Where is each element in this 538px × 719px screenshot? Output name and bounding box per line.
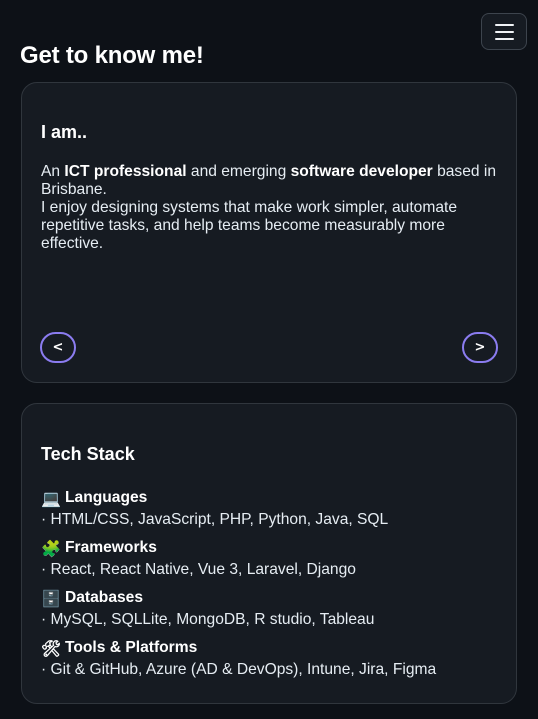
highlight-software: software developer	[290, 163, 433, 180]
stack-heading: Tools & Platforms	[65, 639, 198, 656]
menu-button[interactable]	[481, 13, 527, 50]
about-title: I am..	[41, 122, 88, 142]
laptop-icon: 💻	[41, 488, 61, 508]
hamburger-menu-icon	[494, 23, 514, 26]
stack-items: · Git & GitHub, Azure (AD & DevOps), Int…	[41, 661, 437, 678]
stack-items: · React, React Native, Vue 3, Laravel, D…	[41, 561, 356, 578]
stack-group-frameworks: 🧩 Frameworks · React, React Native, Vue …	[41, 538, 501, 580]
stack-items: · HTML/CSS, JavaScript, PHP, Python, Jav…	[41, 511, 389, 528]
next-button[interactable]: >	[462, 332, 498, 363]
tech-stack-title: Tech Stack	[41, 444, 135, 464]
file-cabinet-icon: 🗄️	[41, 588, 61, 608]
stack-items: · MySQL, SQLLite, MongoDB, R studio, Tab…	[41, 611, 375, 628]
stack-heading: Languages	[65, 489, 148, 506]
about-card: I am.. An ICT professional and emerging …	[21, 82, 517, 383]
about-line-2: I enjoy designing systems that make work…	[41, 199, 458, 252]
page-title: Get to know me!	[20, 42, 204, 69]
tools-icon: 🛠	[40, 638, 62, 658]
puzzle-icon: 🧩	[41, 538, 61, 558]
stack-heading: Frameworks	[65, 539, 157, 556]
tech-stack-card: Tech Stack 💻 Languages · HTML/CSS, JavaS…	[21, 403, 517, 704]
stack-group-databases: 🗄️ Databases · MySQL, SQLLite, MongoDB, …	[41, 588, 501, 630]
highlight-ict: ICT professional	[64, 163, 187, 180]
about-text: An ICT professional and emerging softwar…	[41, 163, 497, 252]
stack-group-tools: 🛠 Tools & Platforms · Git & GitHub, Azur…	[41, 638, 501, 680]
previous-button[interactable]: <	[40, 332, 76, 363]
stack-heading: Databases	[65, 589, 144, 606]
stack-group-languages: 💻 Languages · HTML/CSS, JavaScript, PHP,…	[41, 488, 501, 530]
